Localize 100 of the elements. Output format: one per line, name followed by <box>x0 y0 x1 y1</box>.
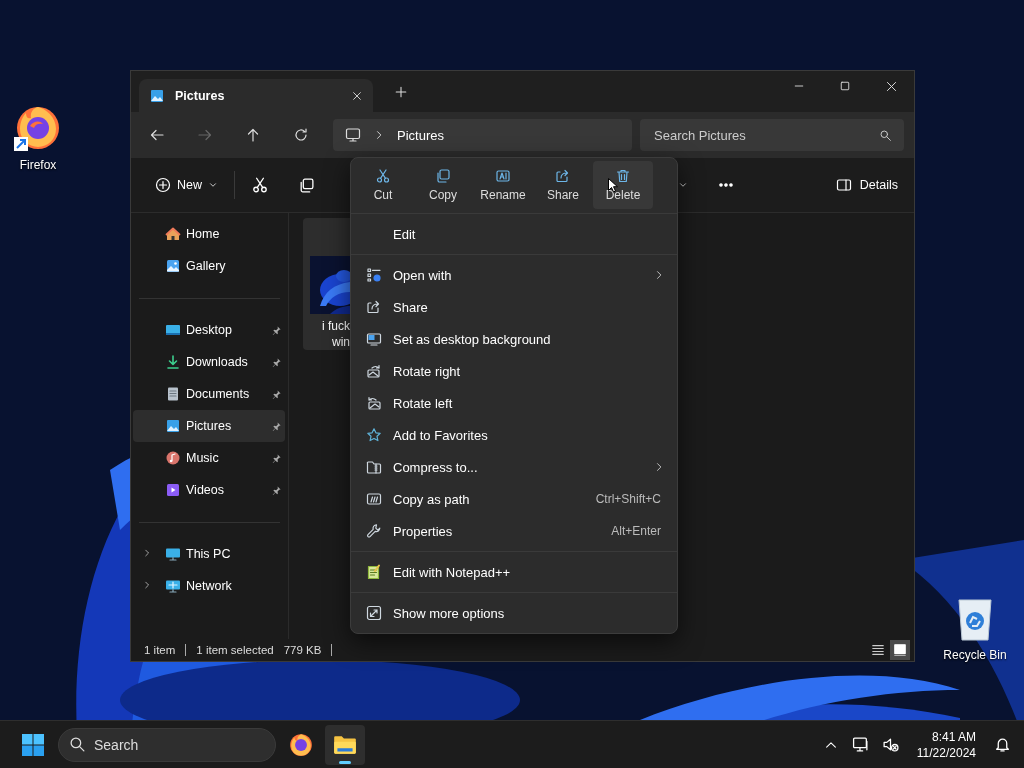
desktop-icon-label[interactable]: Firefox <box>19 158 57 172</box>
menu-item[interactable]: Properties Alt+Enter <box>355 515 673 547</box>
tiles-view-icon <box>893 643 907 657</box>
taskbar-search-field[interactable]: Search <box>58 727 276 762</box>
sidebar-item[interactable]: Documents <box>133 378 285 410</box>
sidebar-item[interactable]: Pictures <box>133 410 285 442</box>
menu-item[interactable]: Show more options <box>355 597 673 629</box>
breadcrumb[interactable]: Pictures <box>397 127 444 143</box>
new-button[interactable]: New <box>149 168 224 202</box>
tab-close-button[interactable] <box>351 89 363 102</box>
sidebar-item[interactable]: Videos <box>133 474 285 506</box>
menu-item[interactable]: Copy as path Ctrl+Shift+C <box>355 483 673 515</box>
copy-icon <box>298 176 315 194</box>
trash-icon <box>615 168 631 184</box>
status-text: 1 item selected <box>196 644 275 656</box>
monitor-icon <box>366 331 382 347</box>
firefox-icon <box>288 731 314 758</box>
file-item[interactable]: i fuck win <box>303 218 350 350</box>
sidebar-item[interactable]: Network <box>133 570 285 602</box>
quick-action-button[interactable]: Copy <box>413 161 473 209</box>
pin-icon <box>271 356 282 368</box>
gallery-icon <box>165 258 181 274</box>
menu-item[interactable]: Add to Favorites <box>355 419 673 451</box>
refresh-icon <box>293 127 309 143</box>
music-icon <box>165 450 181 466</box>
folder-icon <box>366 459 382 475</box>
sidebar-item[interactable]: Desktop <box>133 314 285 346</box>
search-placeholder: Search <box>94 736 139 753</box>
caret-icon <box>208 180 218 190</box>
status-text: 779 KB <box>283 644 333 656</box>
plus-icon <box>394 84 408 99</box>
pin-icon <box>271 484 282 496</box>
window-tab[interactable]: Pictures <box>139 79 373 112</box>
quick-action-button[interactable]: Share <box>533 161 593 209</box>
details-pane-icon <box>835 177 852 193</box>
sidebar-item[interactable]: Gallery <box>133 250 285 282</box>
menu-item-label: Properties <box>393 523 454 539</box>
house-icon <box>165 226 181 242</box>
details-view-icon <box>871 643 885 657</box>
sidebar-item[interactable]: Home <box>133 218 285 250</box>
wrench-icon <box>366 523 382 539</box>
menu-item[interactable]: Set as desktop background <box>355 323 673 355</box>
close-icon <box>351 89 363 102</box>
bell-icon <box>993 736 1011 753</box>
quick-action-button[interactable]: Rename <box>473 161 533 209</box>
menu-item[interactable]: Edit with Notepad++ <box>355 556 673 588</box>
download-icon <box>165 354 181 370</box>
menu-item[interactable]: Rotate left <box>355 387 673 419</box>
sidebar-item[interactable]: Music <box>133 442 285 474</box>
taskbar-app-button[interactable] <box>325 724 365 765</box>
quick-action-button[interactable]: Delete <box>593 161 653 209</box>
monitor-icon <box>345 127 361 143</box>
menu-item[interactable]: Open with <box>355 259 673 291</box>
status-text: 1 item <box>144 644 187 656</box>
menu-item[interactable]: Rotate right <box>355 355 673 387</box>
scissors-icon <box>251 176 269 194</box>
menu-item[interactable]: Edit <box>355 218 673 250</box>
pin-icon <box>271 420 282 432</box>
caret-icon <box>677 180 688 190</box>
maximize-icon <box>839 80 851 92</box>
time-text: 8:41 AM <box>931 728 976 745</box>
notepad-icon <box>366 564 382 580</box>
menu-item[interactable]: Compress to... <box>355 451 673 483</box>
tab-title: Pictures <box>175 88 226 103</box>
video-icon <box>165 482 181 498</box>
sidebar-item[interactable]: This PC <box>133 538 285 570</box>
menu-item-label: Rotate right <box>393 363 462 379</box>
rotate-right-icon <box>366 363 382 379</box>
clock[interactable]: 8:41 AM 11/22/2024 <box>916 728 976 761</box>
computer-icon <box>165 546 181 562</box>
quick-action-button[interactable]: Cut <box>353 161 413 209</box>
pin-icon <box>271 324 282 336</box>
details-button[interactable]: Details <box>829 168 904 202</box>
scissors-icon <box>375 168 391 184</box>
search-icon <box>879 128 892 142</box>
menu-item[interactable]: Share <box>355 291 673 323</box>
search-field[interactable]: Search Pictures <box>640 119 904 151</box>
shortcut-text: Alt+Enter <box>611 524 661 538</box>
sidebar-item[interactable]: Downloads <box>133 346 285 378</box>
desktop-icon-label[interactable]: Recycle Bin <box>943 648 1007 662</box>
file-name: i fuck <box>321 318 350 334</box>
desktop-icon <box>165 322 181 338</box>
menu-item-label: Share <box>393 299 429 315</box>
share-icon <box>555 168 571 184</box>
rotate-left-icon <box>366 395 382 411</box>
document-icon <box>165 386 181 402</box>
shortcut-text: Ctrl+Shift+C <box>595 492 661 506</box>
share-icon <box>366 299 382 315</box>
view-toggle-button[interactable] <box>890 640 910 660</box>
expand-chevron-icon <box>142 580 152 590</box>
address-bar[interactable]: Pictures <box>333 119 632 151</box>
rename-icon <box>495 168 511 184</box>
windows-logo-icon <box>21 732 45 757</box>
menu-item-label: Open with <box>393 267 453 283</box>
menu-item-label: Set as desktop background <box>393 331 552 347</box>
pictures-icon <box>149 87 165 104</box>
star-icon <box>366 427 382 443</box>
expand-chevron-icon <box>142 548 152 558</box>
network-monitor-icon <box>852 736 870 753</box>
pictures-icon <box>165 418 181 434</box>
